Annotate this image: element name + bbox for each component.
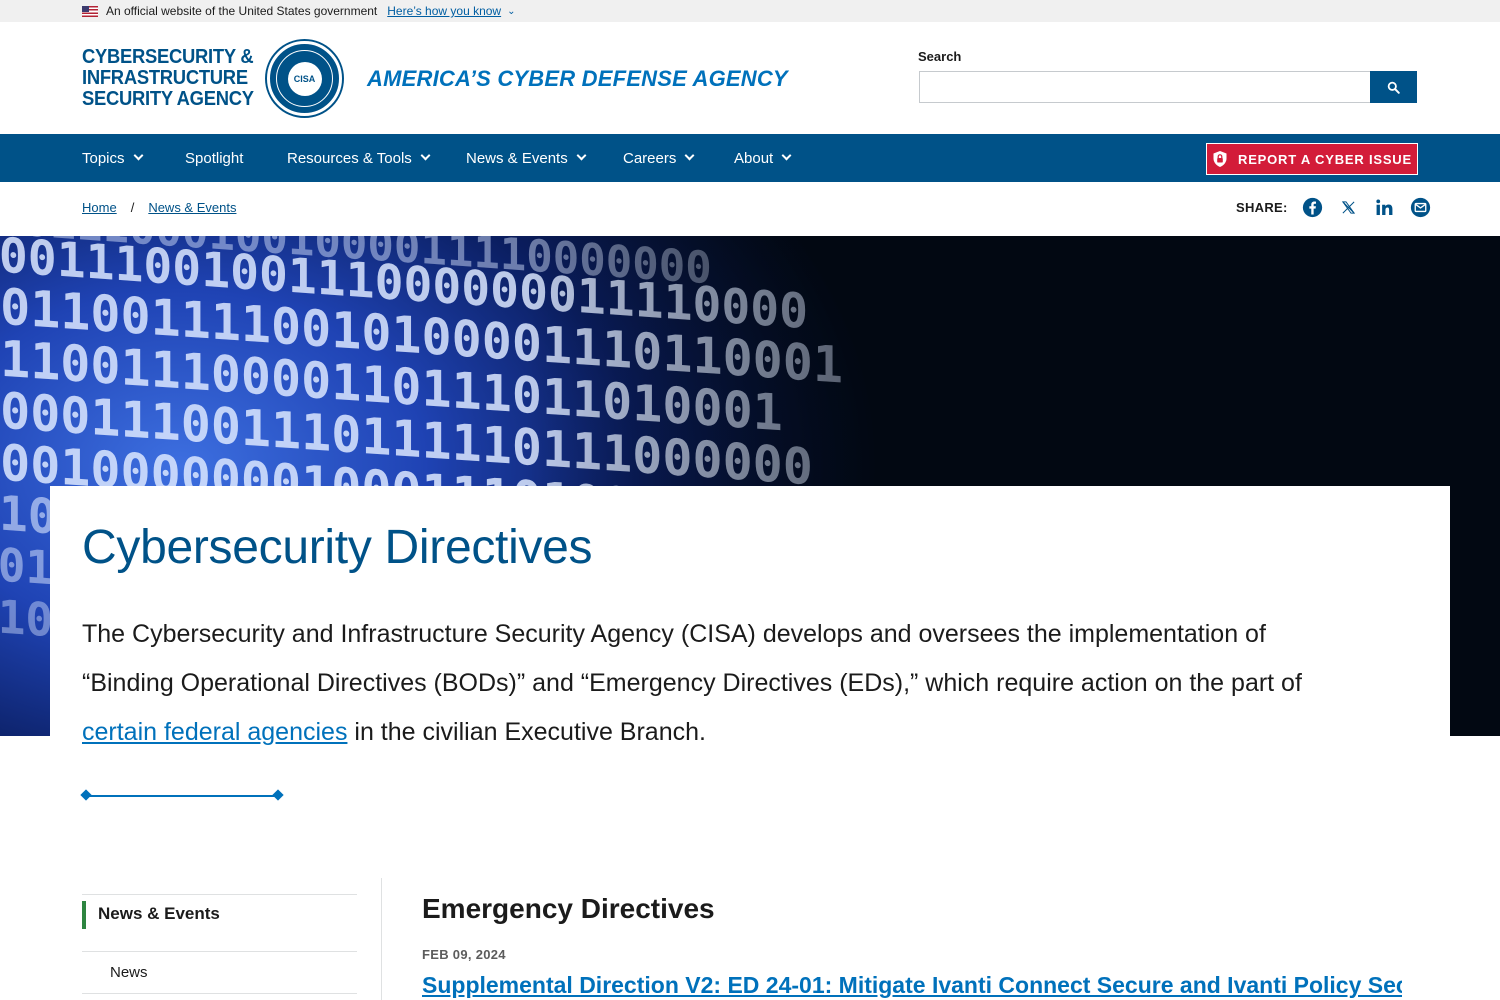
cisa-seal-icon[interactable]: CISA: [267, 41, 342, 116]
shield-lock-icon: [1213, 151, 1227, 167]
nav-item-spotlight[interactable]: Spotlight: [185, 134, 243, 182]
column-divider: [381, 878, 382, 1000]
lede-text: The Cybersecurity and Infrastructure Sec…: [82, 620, 1302, 697]
chevron-down-icon[interactable]: ⌄: [507, 6, 515, 17]
main-nav: Topics Spotlight Resources & Tools News …: [0, 134, 1500, 182]
search-input[interactable]: [919, 71, 1371, 103]
report-button-label: REPORT A CYBER ISSUE: [1238, 151, 1412, 167]
heres-how-you-know-link[interactable]: Here’s how you know: [387, 4, 501, 18]
gov-banner: An official website of the United States…: [0, 0, 1500, 22]
agency-logo-text[interactable]: CYBERSECURITY & INFRASTRUCTURE SECURITY …: [82, 47, 254, 110]
chevron-down-icon: [576, 150, 587, 161]
logo-line: INFRASTRUCTURE: [82, 67, 248, 89]
entry-date: FEB 09, 2024: [422, 947, 506, 962]
nav-item-news-events[interactable]: News & Events: [466, 134, 587, 182]
agency-tagline: AMERICA’S CYBER DEFENSE AGENCY: [367, 66, 788, 91]
sidenav-current-news-events[interactable]: News & Events: [82, 895, 357, 952]
nav-item-about[interactable]: About: [734, 134, 792, 182]
us-flag-icon: [82, 5, 98, 17]
chevron-down-icon: [684, 150, 695, 161]
site-header: CYBERSECURITY & INFRASTRUCTURE SECURITY …: [0, 22, 1500, 134]
nav-item-careers[interactable]: Careers: [623, 134, 695, 182]
entry-title-link[interactable]: Supplemental Direction V2: ED 24-01: Mit…: [422, 972, 1402, 999]
sidenav-current-label: News & Events: [98, 904, 220, 923]
chevron-down-icon: [133, 150, 143, 161]
breadcrumb-separator: /: [130, 200, 135, 215]
chevron-down-icon: [420, 150, 431, 161]
linkedin-icon[interactable]: [1374, 196, 1396, 218]
email-icon[interactable]: [1410, 196, 1432, 218]
seal-text: CISA: [287, 61, 322, 96]
page-lede: The Cybersecurity and Infrastructure Sec…: [82, 610, 1342, 757]
report-cyber-issue-button[interactable]: REPORT A CYBER ISSUE: [1206, 143, 1418, 175]
side-nav: News & Events News: [82, 894, 357, 994]
search-label: Search: [918, 49, 962, 64]
search-icon: [1387, 81, 1400, 94]
sidenav-item-label: News: [110, 964, 148, 981]
search-button[interactable]: [1370, 71, 1417, 103]
logo-line: CYBERSECURITY &: [82, 46, 254, 68]
sidenav-item-news[interactable]: News: [82, 952, 357, 994]
breadcrumb-home[interactable]: Home: [82, 200, 117, 215]
breadcrumb-news-events[interactable]: News & Events: [148, 200, 236, 215]
breadcrumb: Home / News & Events: [82, 200, 236, 215]
share-label: SHARE:: [1236, 199, 1288, 215]
nav-item-resources-tools[interactable]: Resources & Tools: [287, 134, 431, 182]
section-heading: Emergency Directives: [422, 893, 715, 924]
certain-federal-agencies-link[interactable]: certain federal agencies: [82, 718, 347, 746]
share-bar: SHARE:: [1236, 196, 1432, 218]
nav-label: Spotlight: [185, 149, 244, 167]
page-title: Cybersecurity Directives: [82, 521, 593, 574]
x-icon[interactable]: [1338, 196, 1360, 218]
facebook-icon[interactable]: [1302, 196, 1324, 218]
chevron-down-icon: [781, 150, 792, 161]
section-divider: [86, 795, 278, 797]
nav-item-topics[interactable]: Topics: [82, 134, 143, 182]
nav-label: Careers: [623, 149, 677, 167]
nav-label: Resources & Tools: [287, 149, 412, 167]
logo-line: SECURITY AGENCY: [82, 88, 254, 110]
nav-label: About: [734, 149, 774, 167]
nav-label: Topics: [82, 149, 125, 167]
gov-banner-text: An official website of the United States…: [106, 4, 378, 18]
nav-label: News & Events: [466, 149, 568, 167]
lede-text-end: in the civilian Executive Branch.: [347, 718, 706, 746]
